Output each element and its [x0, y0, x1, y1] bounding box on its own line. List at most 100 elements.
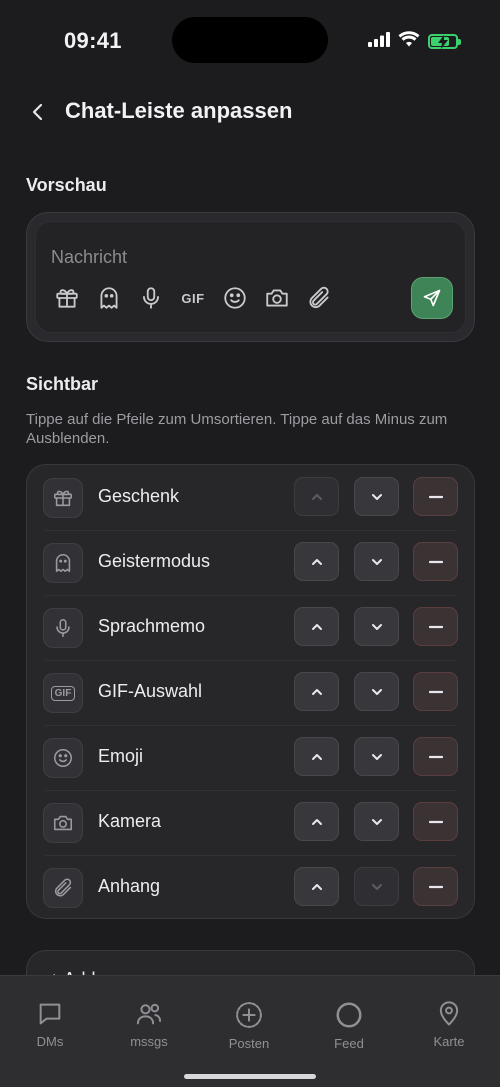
chevron-up-icon: [311, 623, 322, 630]
home-indicator: [184, 1074, 316, 1079]
item-label: Emoji: [98, 746, 144, 766]
list-item: Anhang: [27, 855, 474, 918]
tab-feed[interactable]: Feed: [304, 1000, 394, 1051]
list-item: Emoji: [27, 725, 474, 790]
hide-button[interactable]: [413, 607, 458, 646]
move-down-button[interactable]: [354, 672, 399, 711]
visible-section-label: Sichtbar: [26, 374, 99, 394]
navigation-header: Chat-Leiste anpassen: [0, 90, 500, 134]
plus-circle-icon: [236, 1002, 262, 1028]
message-placeholder: Nachricht: [51, 247, 128, 267]
move-down-button[interactable]: [354, 542, 399, 581]
tab-mssgs[interactable]: mssgs: [104, 1000, 194, 1049]
move-up-button[interactable]: [294, 477, 339, 516]
chevron-down-icon: [371, 558, 382, 565]
back-button[interactable]: [24, 98, 52, 126]
gif-icon: GIF: [43, 673, 83, 713]
list-item: Sprachmemo: [27, 595, 474, 660]
item-label: Kamera: [98, 811, 162, 831]
chevron-down-icon: [371, 883, 382, 890]
visible-items-list: Geschenk Geistermodus Sprachmemo GIF GIF…: [26, 464, 475, 919]
gift-icon: [43, 478, 83, 518]
minus-icon: [428, 820, 443, 823]
tab-posten[interactable]: Posten: [204, 1000, 294, 1051]
sort-hint: Tippe auf die Pfeile zum Umsortieren. Ti…: [26, 411, 448, 447]
minus-icon: [428, 495, 443, 498]
hide-button[interactable]: [413, 867, 458, 906]
move-up-button[interactable]: [294, 672, 339, 711]
chevron-down-icon: [371, 493, 382, 500]
mic-icon: [43, 608, 83, 648]
move-down-button[interactable]: [354, 737, 399, 776]
paperclip-icon: [43, 868, 83, 908]
hide-button[interactable]: [413, 672, 458, 711]
minus-icon: [428, 560, 443, 563]
list-item: GIF GIF-Auswahl: [27, 660, 474, 725]
status-icons: [368, 31, 461, 52]
minus-icon: [428, 885, 443, 888]
page-title: Chat-Leiste anpassen: [65, 98, 293, 123]
chevron-down-icon: [371, 818, 382, 825]
hide-button[interactable]: [413, 542, 458, 581]
map-pin-icon: [439, 1001, 459, 1026]
hide-button[interactable]: [413, 737, 458, 776]
move-down-button[interactable]: [354, 477, 399, 516]
move-up-button[interactable]: [294, 607, 339, 646]
move-up-button[interactable]: [294, 737, 339, 776]
move-up-button[interactable]: [294, 867, 339, 906]
wifi-icon: [398, 31, 420, 52]
chevron-up-icon: [311, 818, 322, 825]
tab-karte[interactable]: Karte: [404, 1000, 494, 1049]
camera-icon: [43, 803, 83, 843]
list-item: Geistermodus: [27, 530, 474, 595]
minus-icon: [428, 690, 443, 693]
circle-icon: [336, 1002, 362, 1028]
chat-bar-preview: Nachricht GIF: [26, 212, 475, 342]
signal-icon: [368, 31, 390, 52]
tab-bar: DMs mssgs Posten Feed Karte: [0, 975, 500, 1087]
item-label: Geschenk: [98, 486, 180, 506]
chevron-down-icon: [371, 753, 382, 760]
chevron-down-icon: [371, 688, 382, 695]
move-up-button[interactable]: [294, 542, 339, 581]
battery-icon: [428, 34, 461, 49]
chevron-up-icon: [311, 883, 322, 890]
preview-section-label: Vorschau: [26, 175, 107, 195]
move-down-button[interactable]: [354, 802, 399, 841]
move-up-button[interactable]: [294, 802, 339, 841]
move-down-button[interactable]: [354, 607, 399, 646]
ghost-icon: [43, 543, 83, 583]
list-item: Kamera: [27, 790, 474, 855]
chevron-up-icon: [311, 493, 322, 500]
gif-icon: GIF: [181, 290, 205, 306]
status-time: 09:41: [64, 28, 122, 53]
item-label: Anhang: [98, 876, 161, 896]
mic-icon: [135, 282, 167, 314]
chevron-left-icon: [32, 103, 43, 121]
emoji-icon: [43, 738, 83, 778]
list-item: Geschenk: [27, 465, 474, 530]
move-down-button[interactable]: [354, 867, 399, 906]
minus-icon: [428, 755, 443, 758]
users-icon: [136, 1003, 162, 1025]
chevron-down-icon: [371, 623, 382, 630]
minus-icon: [428, 625, 443, 628]
gift-icon: [51, 282, 83, 314]
preview-icons: GIF: [51, 282, 335, 314]
hide-button[interactable]: [413, 477, 458, 516]
emoji-icon: [219, 282, 251, 314]
send-button[interactable]: [411, 277, 453, 319]
dynamic-island: [172, 17, 328, 63]
chevron-up-icon: [311, 558, 322, 565]
chevron-up-icon: [311, 688, 322, 695]
item-label: Sprachmemo: [98, 616, 206, 636]
chevron-up-icon: [311, 753, 322, 760]
hide-button[interactable]: [413, 802, 458, 841]
ghost-icon: [93, 282, 125, 314]
tab-dms[interactable]: DMs: [5, 1000, 95, 1049]
status-bar: 09:41: [0, 0, 500, 80]
paperclip-icon: [303, 282, 335, 314]
camera-icon: [261, 282, 293, 314]
item-label: GIF-Auswahl: [98, 681, 203, 701]
item-label: Geistermodus: [98, 551, 211, 571]
